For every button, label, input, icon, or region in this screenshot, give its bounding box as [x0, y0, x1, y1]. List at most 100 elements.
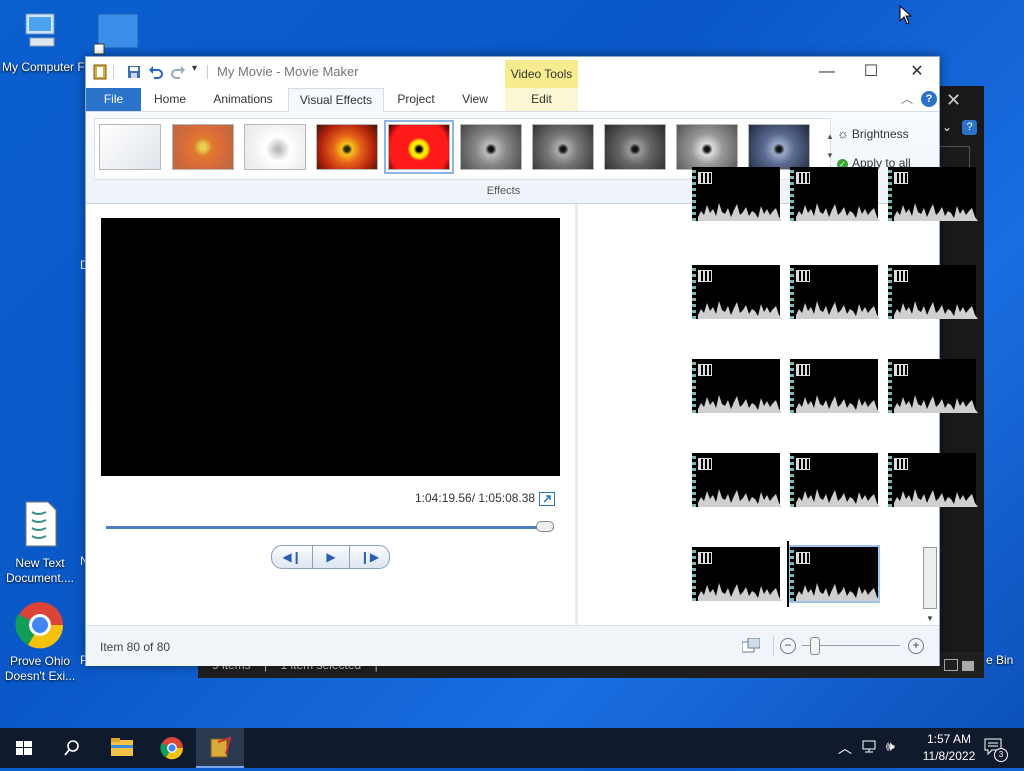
- storyboard-clip[interactable]: [888, 265, 978, 319]
- effect-none[interactable]: [99, 124, 161, 170]
- storyboard[interactable]: ▲ ▼: [578, 167, 978, 625]
- film-sprocket: [790, 167, 794, 221]
- save-icon[interactable]: [126, 64, 142, 80]
- preview-area: 1:04:19.56/ 1:05:08.38 ◀❙ ▶ ❙▶: [86, 204, 575, 625]
- film-sprocket: [692, 167, 696, 221]
- movie-maker-app-icon[interactable]: [92, 64, 108, 80]
- desktop-icon-prove-ohio[interactable]: Prove Ohio Doesn't Exi...: [0, 600, 80, 684]
- zoom-out-icon[interactable]: −: [780, 638, 796, 654]
- previous-frame-button[interactable]: ◀❙: [271, 545, 313, 569]
- minimize-button[interactable]: —: [804, 57, 850, 87]
- audio-waveform: [698, 583, 782, 601]
- show-hidden-icons-icon[interactable]: ︿: [838, 738, 852, 758]
- tab-visual-effects[interactable]: Visual Effects: [288, 88, 384, 113]
- desktop-partial-icon[interactable]: [93, 10, 140, 56]
- audio-waveform: [796, 489, 880, 507]
- undo-icon[interactable]: [148, 64, 164, 80]
- tab-animations[interactable]: Animations: [204, 88, 282, 111]
- chrome-icon: [15, 602, 64, 649]
- effect-grayscale-1[interactable]: [460, 124, 522, 170]
- view-tiles-icon[interactable]: [962, 661, 974, 671]
- film-sprocket: [692, 547, 696, 601]
- tab-project[interactable]: Project: [388, 88, 444, 111]
- effect-cyanotype[interactable]: [748, 124, 810, 170]
- audio-waveform: [894, 203, 978, 221]
- storyboard-clip[interactable]: [788, 545, 880, 603]
- help-icon[interactable]: ?: [921, 91, 937, 107]
- seek-bar[interactable]: [106, 526, 554, 529]
- tab-file[interactable]: File: [86, 88, 141, 111]
- storyboard-clip[interactable]: [888, 359, 978, 413]
- taskbar-file-explorer[interactable]: [98, 728, 146, 768]
- effect-posterize-flower[interactable]: [384, 120, 454, 174]
- help-icon[interactable]: ?: [962, 120, 977, 135]
- effect-grayscale-2[interactable]: [532, 124, 594, 170]
- folder-icon: [111, 738, 133, 756]
- film-sprocket: [888, 359, 892, 413]
- play-button[interactable]: ▶: [312, 545, 350, 569]
- storyboard-clip[interactable]: [692, 167, 782, 221]
- clip-thumbnail-icon: [698, 458, 712, 470]
- storyboard-clip[interactable]: [692, 265, 782, 319]
- taskbar-movie-maker[interactable]: [196, 728, 244, 768]
- desktop-icon-my-computer[interactable]: My Computer F: [0, 10, 85, 75]
- mouse-cursor-icon: [899, 5, 913, 25]
- tab-home[interactable]: Home: [146, 88, 194, 111]
- storyboard-clip[interactable]: [692, 547, 782, 601]
- storyboard-clip[interactable]: [790, 167, 880, 221]
- effect-saturated-flower[interactable]: [316, 124, 378, 170]
- next-frame-button[interactable]: ❙▶: [349, 545, 390, 569]
- storyboard-clip[interactable]: [790, 453, 880, 507]
- search-button[interactable]: [48, 728, 96, 768]
- start-button[interactable]: [0, 728, 48, 768]
- seek-thumb[interactable]: [536, 521, 554, 532]
- effect-white-flower[interactable]: [244, 124, 306, 170]
- system-clock[interactable]: 1:57 AM 11/8/2022: [914, 731, 984, 765]
- desktop-icon-new-text-document[interactable]: New Text Document....: [0, 500, 80, 586]
- storyboard-clip[interactable]: [790, 359, 880, 413]
- volume-icon[interactable]: 🕪: [886, 738, 895, 755]
- movie-maker-window[interactable]: ▾ My Movie - Movie Maker Video Tools — ☐…: [85, 56, 978, 666]
- window-shortcut-icon: [93, 13, 139, 55]
- clip-thumbnail-icon: [796, 364, 810, 376]
- clip-thumbnail-icon: [698, 364, 712, 376]
- clip-thumbnail-icon: [698, 270, 712, 282]
- zoom-slider-thumb[interactable]: [810, 637, 820, 655]
- audio-waveform: [796, 395, 880, 413]
- scroll-thumb[interactable]: [923, 547, 937, 609]
- storyboard-clip[interactable]: [790, 265, 880, 319]
- taskbar-chrome[interactable]: [148, 728, 196, 768]
- close-button[interactable]: ✕: [894, 57, 940, 87]
- computer-icon: [25, 13, 55, 47]
- view-details-icon[interactable]: [944, 659, 958, 671]
- audio-waveform: [698, 301, 782, 319]
- video-preview[interactable]: [101, 218, 560, 476]
- customize-qat-icon[interactable]: ▾: [192, 63, 197, 74]
- scroll-down-icon[interactable]: ▼: [926, 614, 934, 623]
- storyboard-clip[interactable]: [692, 453, 782, 507]
- effect-grayscale-4[interactable]: [676, 124, 738, 170]
- timecode: 1:04:19.56/ 1:05:08.38: [415, 491, 536, 505]
- storyboard-clip[interactable]: [692, 359, 782, 413]
- fullscreen-icon[interactable]: [539, 492, 555, 506]
- brightness-button[interactable]: ☼ Brightness: [837, 126, 909, 141]
- thumbnail-size-icon[interactable]: [741, 637, 761, 653]
- effect-grayscale-3[interactable]: [604, 124, 666, 170]
- effect-warm-flower[interactable]: [172, 124, 234, 170]
- maximize-button[interactable]: ☐: [848, 57, 894, 87]
- audio-waveform: [796, 583, 880, 601]
- close-icon[interactable]: ✕: [946, 90, 961, 111]
- gallery-scroll-down-icon[interactable]: ▼: [824, 146, 836, 165]
- storyboard-clip[interactable]: [888, 167, 978, 221]
- tab-edit[interactable]: Edit: [505, 88, 578, 111]
- tab-view[interactable]: View: [452, 88, 498, 111]
- network-icon[interactable]: [862, 740, 878, 753]
- chevron-down-icon[interactable]: ⌄: [942, 120, 952, 134]
- desktop-icon-recycle-bin-label[interactable]: e Bin: [986, 653, 1013, 667]
- storyboard-clip[interactable]: [888, 453, 978, 507]
- title-bar[interactable]: ▾ My Movie - Movie Maker Video Tools — ☐…: [86, 57, 940, 89]
- gallery-scroll-up-icon[interactable]: ▲: [824, 127, 836, 146]
- redo-icon[interactable]: [170, 64, 186, 80]
- zoom-in-icon[interactable]: +: [908, 638, 924, 654]
- collapse-ribbon-icon[interactable]: ︿: [901, 90, 913, 107]
